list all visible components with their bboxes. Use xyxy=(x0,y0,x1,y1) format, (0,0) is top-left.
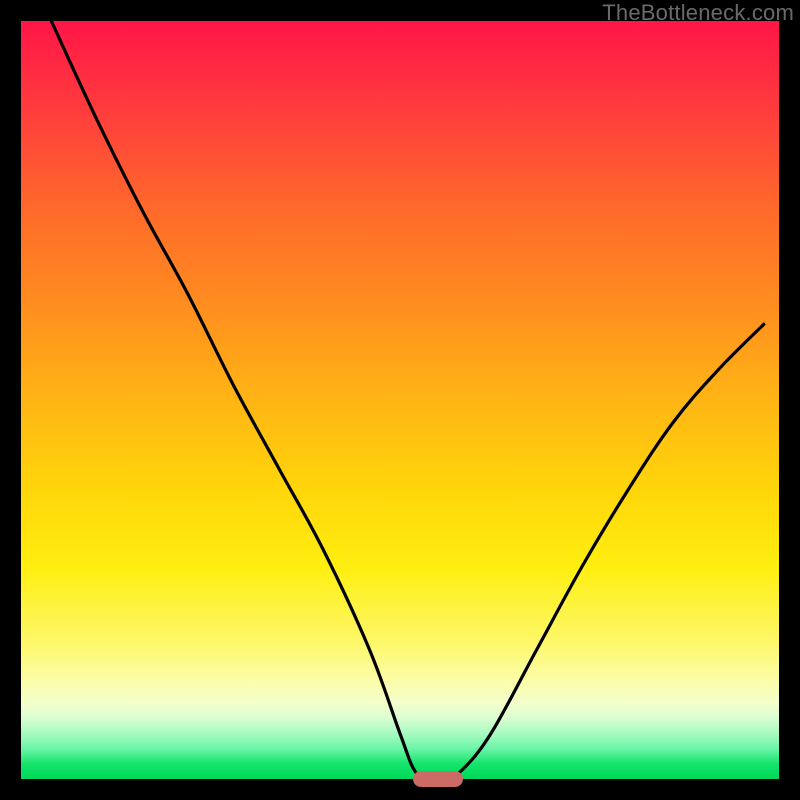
bottleneck-curve xyxy=(21,21,779,779)
optimal-marker xyxy=(413,771,463,787)
chart-frame: TheBottleneck.com xyxy=(0,0,800,800)
plot-area xyxy=(21,21,779,779)
